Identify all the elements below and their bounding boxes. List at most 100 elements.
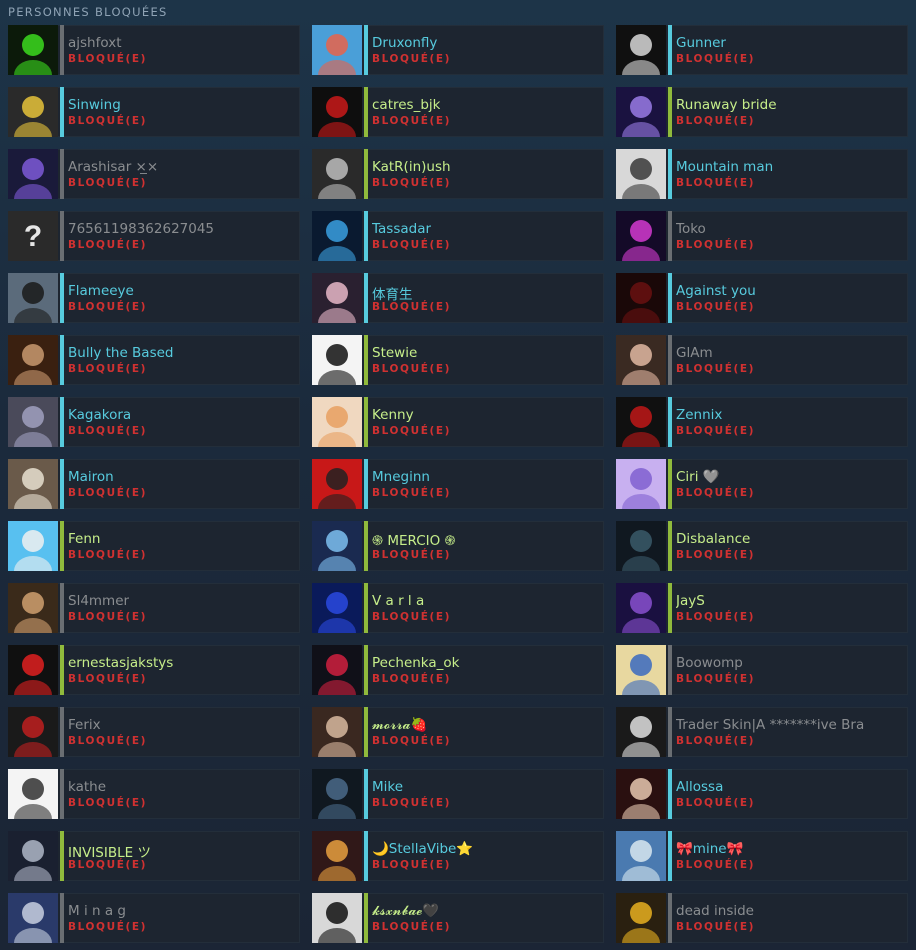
friend-name[interactable]: Sinwing [68, 97, 121, 113]
avatar[interactable] [616, 707, 666, 757]
friend-name[interactable]: Gunner [676, 35, 726, 51]
avatar[interactable] [312, 707, 362, 757]
friend-name[interactable]: Stewie [372, 345, 417, 361]
blocked-friend-card[interactable]: Bully the Based BLOQUÉ(E) [8, 335, 300, 385]
blocked-friend-card[interactable]: Mountain man BLOQUÉ(E) [616, 149, 908, 199]
blocked-friend-card[interactable]: Arashisar ×̲× BLOQUÉ(E) [8, 149, 300, 199]
avatar[interactable] [8, 707, 58, 757]
friend-name[interactable]: 𝓶𝓸𝓻𝓻𝓪🍓 [372, 717, 427, 733]
blocked-friend-card[interactable]: 🌙StellaVibe⭐ BLOQUÉ(E) [312, 831, 604, 881]
blocked-friend-card[interactable]: JayS BLOQUÉ(E) [616, 583, 908, 633]
friend-name[interactable]: 体育生 [372, 283, 413, 303]
avatar[interactable] [312, 87, 362, 137]
friend-name[interactable]: Trader Skin|A *******ive Bra [676, 717, 864, 733]
blocked-friend-card[interactable]: Zennix BLOQUÉ(E) [616, 397, 908, 447]
friend-name[interactable]: Mneginn [372, 469, 430, 485]
blocked-friend-card[interactable]: ֍ MERCIO ֍ BLOQUÉ(E) [312, 521, 604, 571]
blocked-friend-card[interactable]: KatR(in)ush BLOQUÉ(E) [312, 149, 604, 199]
blocked-friend-card[interactable]: Mairon BLOQUÉ(E) [8, 459, 300, 509]
friend-name[interactable]: ֍ MERCIO ֍ [372, 531, 456, 549]
avatar[interactable] [8, 397, 58, 447]
avatar[interactable] [616, 335, 666, 385]
avatar[interactable] [8, 893, 58, 943]
blocked-friend-card[interactable]: Disbalance BLOQUÉ(E) [616, 521, 908, 571]
avatar[interactable] [616, 769, 666, 819]
avatar[interactable] [616, 273, 666, 323]
friend-name[interactable]: Disbalance [676, 531, 750, 547]
avatar[interactable] [616, 87, 666, 137]
avatar[interactable] [8, 335, 58, 385]
blocked-friend-card[interactable]: ajshfoxt BLOQUÉ(E) [8, 25, 300, 75]
blocked-friend-card[interactable]: 𝓴𝓼𝔁𝓷𝓫𝓪𝓮🖤 BLOQUÉ(E) [312, 893, 604, 943]
blocked-friend-card[interactable]: Pechenka_ok BLOQUÉ(E) [312, 645, 604, 695]
friend-name[interactable]: Toko [676, 221, 706, 237]
friend-name[interactable]: Arashisar ×̲× [68, 159, 158, 175]
friend-name[interactable]: INVISIBLE ツ [68, 841, 151, 861]
blocked-friend-card[interactable]: INVISIBLE ツ BLOQUÉ(E) [8, 831, 300, 881]
friend-name[interactable]: JayS [676, 593, 705, 609]
avatar[interactable] [616, 149, 666, 199]
friend-name[interactable]: Kenny [372, 407, 414, 423]
avatar[interactable] [312, 149, 362, 199]
friend-name[interactable]: KatR(in)ush [372, 159, 451, 175]
blocked-friend-card[interactable]: M i n a g BLOQUÉ(E) [8, 893, 300, 943]
blocked-friend-card[interactable]: Tassadar BLOQUÉ(E) [312, 211, 604, 261]
friend-name[interactable]: 🎀mine🎀 [676, 841, 743, 857]
avatar[interactable] [616, 459, 666, 509]
avatar[interactable] [8, 87, 58, 137]
blocked-friend-card[interactable]: ernestasjakstys BLOQUÉ(E) [8, 645, 300, 695]
blocked-friend-card[interactable]: Kagakora BLOQUÉ(E) [8, 397, 300, 447]
friend-name[interactable]: GlAm [676, 345, 713, 361]
avatar[interactable] [616, 521, 666, 571]
blocked-friend-card[interactable]: 🎀mine🎀 BLOQUÉ(E) [616, 831, 908, 881]
friend-name[interactable]: Pechenka_ok [372, 655, 460, 671]
friend-name[interactable]: Tassadar [372, 221, 431, 237]
blocked-friend-card[interactable]: Sl4mmer BLOQUÉ(E) [8, 583, 300, 633]
avatar[interactable] [616, 645, 666, 695]
friend-name[interactable]: Druxonfly [372, 35, 437, 51]
friend-name[interactable]: Allossa [676, 779, 723, 795]
blocked-friend-card[interactable]: Trader Skin|A *******ive Bra BLOQUÉ(E) [616, 707, 908, 757]
avatar[interactable] [312, 25, 362, 75]
avatar[interactable] [616, 397, 666, 447]
blocked-friend-card[interactable]: Runaway bride BLOQUÉ(E) [616, 87, 908, 137]
friend-name[interactable]: Boowomp [676, 655, 743, 671]
blocked-friend-card[interactable]: 𝓶𝓸𝓻𝓻𝓪🍓 BLOQUÉ(E) [312, 707, 604, 757]
blocked-friend-card[interactable]: Ferix BLOQUÉ(E) [8, 707, 300, 757]
friend-name[interactable]: dead inside [676, 903, 754, 919]
blocked-friend-card[interactable]: GlAm BLOQUÉ(E) [616, 335, 908, 385]
avatar[interactable] [312, 459, 362, 509]
avatar[interactable] [8, 583, 58, 633]
avatar[interactable] [312, 273, 362, 323]
friend-name[interactable]: Sl4mmer [68, 593, 129, 609]
blocked-friend-card[interactable]: kathe BLOQUÉ(E) [8, 769, 300, 819]
friend-name[interactable]: Runaway bride [676, 97, 777, 113]
blocked-friend-card[interactable]: dead inside BLOQUÉ(E) [616, 893, 908, 943]
avatar[interactable] [8, 769, 58, 819]
avatar[interactable] [312, 583, 362, 633]
blocked-friend-card[interactable]: 体育生 BLOQUÉ(E) [312, 273, 604, 323]
friend-name[interactable]: 76561198362627045 [68, 221, 214, 237]
friend-name[interactable]: V a r l a [372, 593, 424, 609]
friend-name[interactable]: Mountain man [676, 159, 773, 175]
blocked-friend-card[interactable]: Stewie BLOQUÉ(E) [312, 335, 604, 385]
avatar[interactable] [616, 25, 666, 75]
friend-name[interactable]: Mike [372, 779, 403, 795]
blocked-friend-card[interactable]: V a r l a BLOQUÉ(E) [312, 583, 604, 633]
friend-name[interactable]: kathe [68, 779, 106, 795]
friend-name[interactable]: Bully the Based [68, 345, 174, 361]
friend-name[interactable]: Ferix [68, 717, 101, 733]
friend-name[interactable]: Ciri 🩶 [676, 469, 720, 485]
blocked-friend-card[interactable]: Boowomp BLOQUÉ(E) [616, 645, 908, 695]
blocked-friend-card[interactable]: Ciri 🩶 BLOQUÉ(E) [616, 459, 908, 509]
avatar[interactable] [616, 211, 666, 261]
friend-name[interactable]: ernestasjakstys [68, 655, 173, 671]
avatar[interactable] [312, 335, 362, 385]
friend-name[interactable]: M i n a g [68, 903, 126, 919]
blocked-friend-card[interactable]: catres_bjk BLOQUÉ(E) [312, 87, 604, 137]
blocked-friend-card[interactable]: Flameeye BLOQUÉ(E) [8, 273, 300, 323]
avatar[interactable] [8, 25, 58, 75]
friend-name[interactable]: Kagakora [68, 407, 131, 423]
avatar[interactable] [8, 521, 58, 571]
blocked-friend-card[interactable]: Druxonfly BLOQUÉ(E) [312, 25, 604, 75]
